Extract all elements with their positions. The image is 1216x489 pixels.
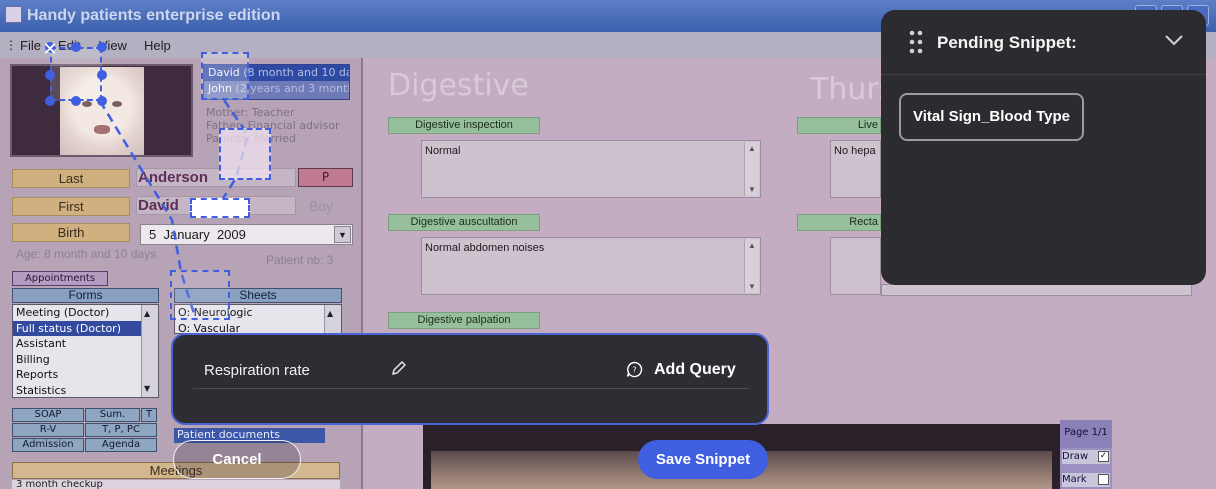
t-p-pc-button[interactable]: T, P, PC <box>85 423 157 437</box>
selection-box[interactable] <box>190 198 250 218</box>
forms-scrollbar[interactable]: ▲ ▼ <box>141 305 158 397</box>
sum-button[interactable]: Sum. <box>85 408 140 422</box>
pending-header: Pending Snippet: <box>881 10 1206 75</box>
selection-box[interactable] <box>170 270 230 320</box>
age-text: Age: 8 month and 10 days <box>16 247 157 261</box>
list-item[interactable]: Statistics <box>13 383 158 398</box>
resize-handle[interactable] <box>97 70 107 80</box>
first-name-value: David <box>138 197 179 214</box>
page-panel: Page 1/1 Draw ✓ Mark <box>1060 420 1112 489</box>
admission-button[interactable]: Admission <box>12 438 84 452</box>
resize-handle[interactable] <box>97 96 107 106</box>
pending-title: Pending Snippet: <box>937 33 1077 52</box>
section-title: Digestive <box>388 68 529 103</box>
snippet-chip[interactable]: Vital Sign_Blood Type <box>899 93 1084 141</box>
sheets-scrollbar[interactable]: ▲ <box>324 305 341 333</box>
birth-label: Birth <box>12 223 130 242</box>
appointments-button[interactable]: Appointments <box>12 271 108 286</box>
field-label: Digestive auscultation <box>388 214 540 231</box>
first-name-label: First <box>12 197 130 216</box>
page-indicator: Page 1/1 <box>1060 420 1112 448</box>
digestive-auscultation-field[interactable]: Normal abdomen noises ▲ ▼ <box>421 237 761 295</box>
field-label: Digestive inspection <box>388 117 540 134</box>
field-label: Recta <box>797 214 881 231</box>
list-item[interactable]: Full status (Doctor) <box>13 320 158 336</box>
digestive-inspection-field[interactable]: Normal ▲ ▼ <box>421 140 761 198</box>
field-label: Live <box>797 117 881 134</box>
resize-handle[interactable] <box>71 96 81 106</box>
birth-month: January <box>163 227 210 242</box>
list-item[interactable]: Billing <box>13 352 158 368</box>
save-snippet-button[interactable]: Save Snippet <box>638 440 768 479</box>
resize-handle[interactable] <box>71 42 81 52</box>
parent-line: Mother: Teacher <box>206 106 295 119</box>
dropdown-arrow-icon[interactable]: ▼ <box>334 226 351 243</box>
cancel-button[interactable]: Cancel <box>173 440 301 479</box>
birth-date-picker[interactable]: 5 January 2009 ▼ <box>140 224 353 245</box>
selection-box[interactable] <box>219 128 271 180</box>
query-bubble-icon: ? <box>626 361 643 378</box>
menu-help[interactable]: Help <box>144 38 171 53</box>
birth-day: 5 <box>149 227 157 242</box>
resize-handle[interactable] <box>97 42 107 52</box>
resize-handle[interactable] <box>45 96 55 106</box>
list-item[interactable]: O: Vascular <box>175 321 341 334</box>
window-title: Handy patients enterprise edition <box>27 7 281 24</box>
textarea-scrollbar[interactable]: ▲ ▼ <box>744 142 759 196</box>
app-icon <box>5 6 22 23</box>
divider <box>193 388 749 389</box>
pending-snippet-panel: Pending Snippet: Vital Sign_Blood Type <box>881 10 1206 285</box>
meetings-row[interactable]: 3 month checkup <box>12 480 340 489</box>
menu-file[interactable]: File <box>20 38 41 53</box>
query-panel: Respiration rate ? Add Query <box>171 333 769 425</box>
pencil-icon[interactable] <box>390 360 406 378</box>
gender-value: Boy <box>309 198 334 214</box>
p-button[interactable]: P <box>298 168 353 187</box>
patient-number: Patient nb: 3 <box>266 253 334 267</box>
field-label: Digestive palpation <box>388 312 540 329</box>
birth-year: 2009 <box>216 227 246 242</box>
forms-list[interactable]: Meeting (Doctor) Full status (Doctor) As… <box>12 304 159 398</box>
svg-text:?: ? <box>632 366 636 375</box>
last-name-label: Last <box>12 169 130 188</box>
draw-checkbox[interactable]: ✓ <box>1098 451 1109 462</box>
t-button[interactable]: T <box>141 408 157 422</box>
mark-checkbox[interactable] <box>1098 474 1109 485</box>
selection-box[interactable] <box>201 52 249 100</box>
list-item[interactable]: Meeting (Doctor) <box>13 305 158 321</box>
form-buttons: SOAP Sum. T R-V T, P, PC Admission Agend… <box>12 408 157 453</box>
drag-handle-icon[interactable] <box>909 30 923 54</box>
rectal-field-extension[interactable] <box>881 284 1192 296</box>
add-query-label: Add Query <box>654 361 736 378</box>
query-field-label: Respiration rate <box>204 362 310 379</box>
list-item[interactable]: Assistant <box>13 336 158 352</box>
rectal-field[interactable] <box>830 237 881 295</box>
agenda-button[interactable]: Agenda <box>85 438 157 452</box>
draw-option[interactable]: Draw ✓ <box>1062 450 1110 464</box>
mark-option[interactable]: Mark <box>1062 473 1110 487</box>
list-item[interactable]: Reports <box>13 367 158 383</box>
soap-button[interactable]: SOAP <box>12 408 84 422</box>
chevron-down-icon[interactable] <box>1164 33 1184 47</box>
toolbar-grip-icon: ⋮ <box>5 38 17 52</box>
textarea-scrollbar[interactable]: ▲ ▼ <box>744 239 759 293</box>
resize-handle[interactable] <box>45 70 55 80</box>
r-v-button[interactable]: R-V <box>12 423 84 437</box>
close-icon[interactable]: ✕ <box>40 40 60 60</box>
forms-header: Forms <box>12 288 159 303</box>
last-name-value: Anderson <box>138 169 209 186</box>
liver-field[interactable]: No hepa <box>830 140 881 198</box>
